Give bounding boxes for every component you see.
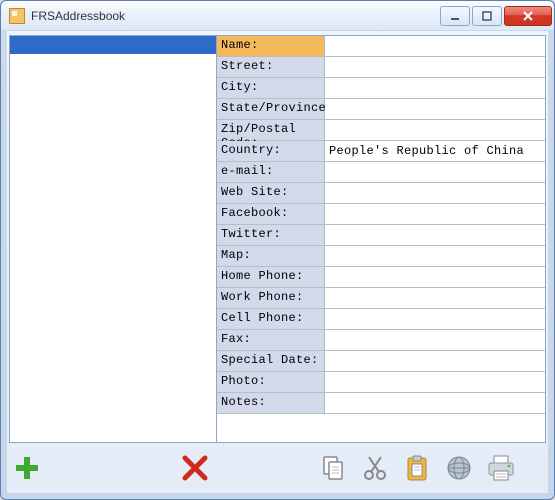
field-label: e-mail: <box>217 162 325 182</box>
field-input[interactable] <box>325 141 545 161</box>
field-row: Country: <box>217 141 545 162</box>
field-row: Home Phone: <box>217 267 545 288</box>
field-label: Cell Phone: <box>217 309 325 329</box>
field-row: Special Date: <box>217 351 545 372</box>
field-input[interactable] <box>325 78 545 98</box>
app-icon <box>9 8 25 24</box>
field-row: Photo: <box>217 372 545 393</box>
field-input[interactable] <box>325 330 545 350</box>
globe-button[interactable] <box>441 450 477 486</box>
contact-list[interactable] <box>10 36 217 442</box>
field-label: Facebook: <box>217 204 325 224</box>
field-input[interactable] <box>325 309 545 329</box>
toolbar <box>9 445 546 491</box>
field-row: Notes: <box>217 393 545 414</box>
field-row: Map: <box>217 246 545 267</box>
field-label: Web Site: <box>217 183 325 203</box>
field-input[interactable] <box>325 36 545 56</box>
field-row: State/Province: <box>217 99 545 120</box>
window-title: FRSAddressbook <box>31 9 440 23</box>
field-label: Name: <box>217 36 325 56</box>
field-row: Twitter: <box>217 225 545 246</box>
close-button[interactable] <box>504 6 552 26</box>
list-item[interactable] <box>10 36 216 54</box>
field-label: Country: <box>217 141 325 161</box>
field-label: Twitter: <box>217 225 325 245</box>
field-row: Zip/Postal Code: <box>217 120 545 141</box>
field-input[interactable] <box>325 372 545 392</box>
field-label: Photo: <box>217 372 325 392</box>
field-row: Work Phone: <box>217 288 545 309</box>
app-window: FRSAddressbook Name:Street:City:State/Pr… <box>0 0 555 500</box>
field-row: Facebook: <box>217 204 545 225</box>
field-input[interactable] <box>325 204 545 224</box>
field-input[interactable] <box>325 57 545 77</box>
field-row: Name: <box>217 36 545 57</box>
field-row: Web Site: <box>217 183 545 204</box>
field-row: Fax: <box>217 330 545 351</box>
field-input[interactable] <box>325 288 545 308</box>
cut-button[interactable] <box>357 450 393 486</box>
field-label: Fax: <box>217 330 325 350</box>
field-input[interactable] <box>325 351 545 371</box>
window-controls <box>440 6 552 26</box>
field-label: City: <box>217 78 325 98</box>
add-button[interactable] <box>9 450 45 486</box>
field-input[interactable] <box>325 267 545 287</box>
print-button[interactable] <box>483 450 519 486</box>
field-input[interactable] <box>325 120 545 140</box>
field-label: Map: <box>217 246 325 266</box>
field-row: Street: <box>217 57 545 78</box>
field-label: Special Date: <box>217 351 325 371</box>
copy-button[interactable] <box>315 450 351 486</box>
field-input[interactable] <box>325 99 545 119</box>
field-label: Street: <box>217 57 325 77</box>
titlebar[interactable]: FRSAddressbook <box>1 1 554 31</box>
minimize-button[interactable] <box>440 6 470 26</box>
field-label: Home Phone: <box>217 267 325 287</box>
field-label: Zip/Postal Code: <box>217 120 325 140</box>
paste-button[interactable] <box>399 450 435 486</box>
field-row: Cell Phone: <box>217 309 545 330</box>
field-label: Work Phone: <box>217 288 325 308</box>
field-row: e-mail: <box>217 162 545 183</box>
field-label: State/Province: <box>217 99 325 119</box>
field-input[interactable] <box>325 393 545 413</box>
field-input[interactable] <box>325 225 545 245</box>
field-input[interactable] <box>325 246 545 266</box>
client-area: Name:Street:City:State/Province:Zip/Post… <box>9 35 546 443</box>
field-input[interactable] <box>325 162 545 182</box>
field-label: Notes: <box>217 393 325 413</box>
detail-pane: Name:Street:City:State/Province:Zip/Post… <box>217 36 545 442</box>
field-input[interactable] <box>325 183 545 203</box>
maximize-button[interactable] <box>472 6 502 26</box>
field-row: City: <box>217 78 545 99</box>
delete-button[interactable] <box>177 450 213 486</box>
